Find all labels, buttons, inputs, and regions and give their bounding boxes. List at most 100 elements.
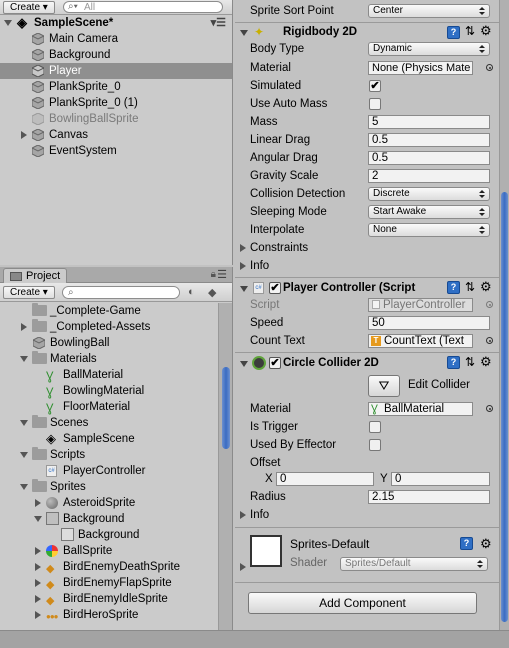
project-item-material[interactable]: Ɣ FloorMaterial <box>0 399 218 415</box>
project-item-material[interactable]: Ɣ BallMaterial <box>0 367 218 383</box>
preset-icon[interactable]: ⇅ <box>465 355 475 369</box>
hierarchy-search-input[interactable]: ⌕▾ All <box>63 1 223 13</box>
project-scrollbar-thumb[interactable] <box>222 367 230 449</box>
mass-input[interactable]: 5 <box>368 115 490 129</box>
project-item-script[interactable]: c# PlayerController <box>0 463 218 479</box>
project-item-prefab[interactable]: BowlingBall <box>0 335 218 351</box>
project-item-folder[interactable]: _Completed-Assets <box>0 319 218 335</box>
project-item-sprite[interactable]: ●●● BirdHeroSprite <box>0 607 218 623</box>
expand-arrow-icon[interactable] <box>35 499 41 507</box>
project-item-sprite[interactable]: ◆ BirdEnemyIdleSprite <box>0 591 218 607</box>
preset-icon[interactable]: ⇅ <box>465 280 475 294</box>
collapse-arrow-icon[interactable] <box>20 484 28 490</box>
is-trigger-checkbox[interactable] <box>369 421 381 433</box>
project-item-sprite[interactable]: ◆ BirdEnemyFlapSprite <box>0 575 218 591</box>
help-icon[interactable]: ? <box>447 26 460 39</box>
component-foldout-icon[interactable] <box>240 286 248 292</box>
component-enabled-checkbox[interactable]: ✔ <box>269 282 281 294</box>
radius-input[interactable]: 2.15 <box>368 490 490 504</box>
hierarchy-item-inactive[interactable]: BowlingBallSprite <box>0 111 232 127</box>
sprite-sort-point-dropdown[interactable]: Center <box>368 4 490 18</box>
collapse-arrow-icon[interactable] <box>20 452 28 458</box>
simulated-checkbox[interactable]: ✔ <box>369 80 381 92</box>
help-icon[interactable]: ? <box>447 356 460 369</box>
project-item-sprite[interactable]: ◆ BirdEnemyDeathSprite <box>0 559 218 575</box>
offset-y-input[interactable]: 0 <box>391 472 490 486</box>
angular-drag-input[interactable]: 0.5 <box>368 151 490 165</box>
speed-input[interactable]: 50 <box>368 316 490 330</box>
scene-menu-icon[interactable]: ▾☰ <box>211 15 226 31</box>
info-label[interactable]: Info <box>250 258 269 274</box>
gear-icon[interactable]: ⚙ <box>480 354 492 370</box>
hierarchy-item[interactable]: EventSystem <box>0 143 232 159</box>
project-item-folder[interactable]: Scenes <box>0 415 218 431</box>
info-label[interactable]: Info <box>250 507 269 523</box>
expand-arrow-icon[interactable] <box>21 323 27 331</box>
preset-icon[interactable]: ⇅ <box>465 24 475 38</box>
linear-drag-input[interactable]: 0.5 <box>368 133 490 147</box>
project-scrollbar[interactable] <box>218 303 232 630</box>
body-type-dropdown[interactable]: Dynamic <box>368 42 490 56</box>
lock-icon[interactable]: 🔒︎ <box>211 269 216 280</box>
tab-project[interactable]: Project <box>3 268 68 283</box>
project-item-material[interactable]: Ɣ BowlingMaterial <box>0 383 218 399</box>
project-item-folder[interactable]: Scripts <box>0 447 218 463</box>
offset-x-input[interactable]: 0 <box>276 472 374 486</box>
project-search-input[interactable]: ⌕ <box>62 286 180 299</box>
help-icon[interactable]: ? <box>460 537 473 550</box>
gear-icon[interactable]: ⚙ <box>480 279 492 295</box>
project-item-scene[interactable]: ◈ SampleScene <box>0 431 218 447</box>
collision-detection-dropdown[interactable]: Discrete <box>368 187 490 201</box>
component-foldout-icon[interactable] <box>240 30 248 36</box>
expand-arrow-icon[interactable] <box>4 20 12 26</box>
count-text-field[interactable]: T CountText (Text <box>368 334 473 348</box>
expand-arrow-icon[interactable] <box>35 547 41 555</box>
collapse-arrow-icon[interactable] <box>20 420 28 426</box>
hierarchy-item[interactable]: Background <box>0 47 232 63</box>
expand-arrow-icon[interactable] <box>21 131 27 139</box>
gear-icon[interactable]: ⚙ <box>480 536 492 552</box>
project-item-folder[interactable]: _Complete-Game <box>0 303 218 319</box>
tab-menu-icon[interactable]: ☰ <box>217 268 227 281</box>
object-picker-icon[interactable] <box>486 64 493 71</box>
gear-icon[interactable]: ⚙ <box>480 23 492 39</box>
edit-collider-button[interactable]: ⛛ <box>368 375 400 397</box>
constraints-label[interactable]: Constraints <box>250 240 308 256</box>
project-item-folder[interactable]: Materials <box>0 351 218 367</box>
collapse-arrow-icon[interactable] <box>34 516 42 522</box>
filter-by-label-icon[interactable]: ◆ <box>208 286 216 299</box>
inspector-scrollbar[interactable] <box>499 0 509 630</box>
expand-arrow-icon[interactable] <box>35 579 41 587</box>
collider-material-field[interactable]: Ɣ BallMaterial <box>368 402 473 416</box>
expand-arrow-icon[interactable] <box>35 595 41 603</box>
use-auto-mass-checkbox[interactable] <box>369 98 381 110</box>
physics-material-field[interactable]: None (Physics Mate <box>368 61 473 75</box>
gravity-scale-input[interactable]: 2 <box>368 169 490 183</box>
add-component-button[interactable]: Add Component <box>248 592 477 614</box>
hierarchy-item[interactable]: Canvas <box>0 127 232 143</box>
hierarchy-create-button[interactable]: Create ▾ <box>3 1 55 14</box>
scene-row[interactable]: ◈ SampleScene* ▾☰ <box>0 15 232 31</box>
project-item-sprite[interactable]: Background <box>0 511 218 527</box>
component-foldout-icon[interactable] <box>240 361 248 367</box>
hierarchy-item[interactable]: PlankSprite_0 <box>0 79 232 95</box>
interpolate-dropdown[interactable]: None <box>368 223 490 237</box>
shader-dropdown[interactable]: Sprites/Default <box>340 557 488 571</box>
project-item-sprite[interactable]: AsteroidSprite <box>0 495 218 511</box>
info-foldout-icon[interactable] <box>240 262 246 270</box>
project-create-button[interactable]: Create ▾ <box>3 286 55 299</box>
used-by-effector-checkbox[interactable] <box>369 439 381 451</box>
inspector-scrollbar-thumb[interactable] <box>501 192 508 622</box>
constraints-foldout-icon[interactable] <box>240 244 246 252</box>
collapse-arrow-icon[interactable] <box>20 356 28 362</box>
hierarchy-item-selected[interactable]: Player <box>0 63 232 79</box>
help-icon[interactable]: ? <box>447 281 460 294</box>
expand-arrow-icon[interactable] <box>35 563 41 571</box>
project-item-subsprite[interactable]: Background <box>0 527 218 543</box>
component-enabled-checkbox[interactable]: ✔ <box>269 357 281 369</box>
hierarchy-item[interactable]: PlankSprite_0 (1) <box>0 95 232 111</box>
project-item-folder[interactable]: Sprites <box>0 479 218 495</box>
filter-by-type-icon[interactable]: ◐ <box>188 286 195 298</box>
expand-arrow-icon[interactable] <box>35 611 41 619</box>
object-picker-icon[interactable] <box>486 405 493 412</box>
